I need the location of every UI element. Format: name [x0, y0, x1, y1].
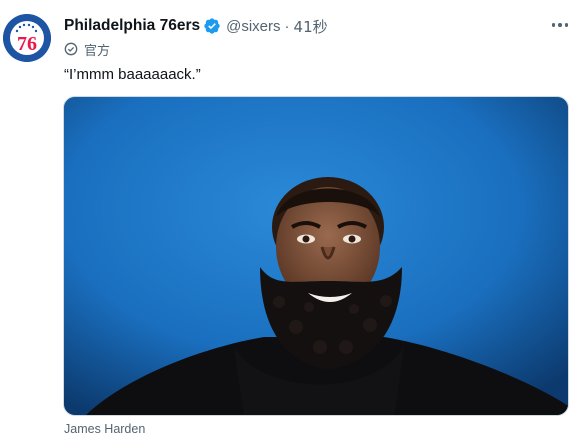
official-label-row: 官方 — [64, 40, 111, 59]
media-caption[interactable]: James Harden — [64, 422, 145, 436]
timestamp[interactable]: 41秒 — [294, 16, 328, 37]
separator-dot: · — [284, 17, 290, 35]
more-dot — [558, 23, 562, 27]
tweet-card[interactable]: 76 Philadelphia 76ers @sixers · 41秒 官方 “… — [0, 0, 581, 441]
selfie-photo — [64, 97, 568, 415]
official-label: 官方 — [84, 43, 111, 59]
handle[interactable]: @sixers — [226, 18, 280, 35]
more-dot — [564, 23, 569, 27]
tweet-header: Philadelphia 76ers @sixers · 41秒 — [64, 15, 328, 37]
tweet-text: “I’mmm baaaaaack.” — [64, 66, 201, 83]
more-options-button[interactable] — [549, 16, 571, 34]
official-check-icon — [64, 42, 78, 56]
verified-badge-icon[interactable] — [203, 17, 221, 35]
display-name[interactable]: Philadelphia 76ers — [64, 17, 200, 35]
avatar-text: 76 — [17, 33, 37, 55]
avatar[interactable]: 76 — [3, 14, 51, 62]
tweet-media-photo[interactable] — [63, 96, 569, 416]
sixers-logo-icon: 76 — [3, 14, 51, 62]
more-dot — [551, 23, 556, 27]
